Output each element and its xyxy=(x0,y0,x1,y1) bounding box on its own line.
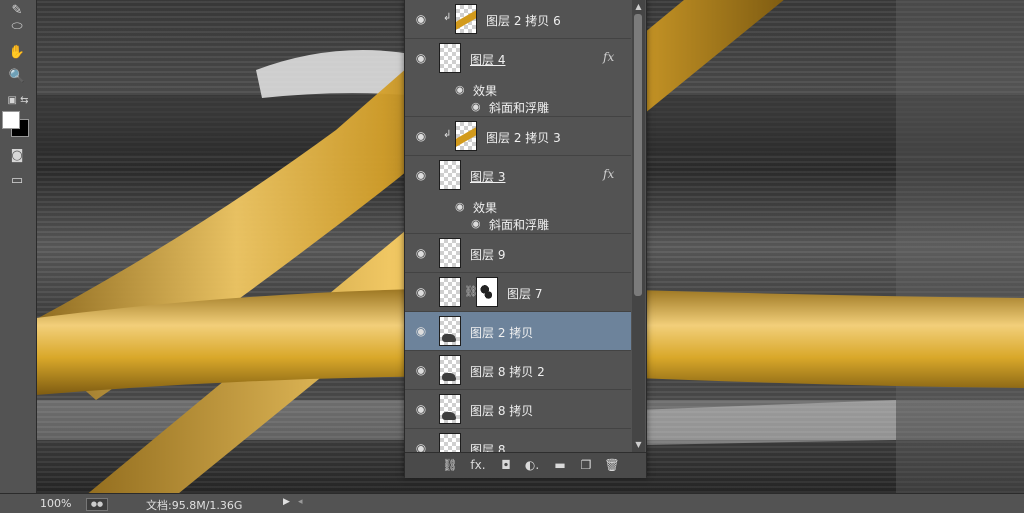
visibility-eye-icon[interactable]: ◉ xyxy=(413,246,429,260)
layers-panel: ◉ ↲ 图层 2 拷贝 6 ◉ 图层 4 fx ◉ 效果 ◉ 斜面和浮雕 ◉ ↲ 图层 2 拷贝 3 ◉ 图… xyxy=(404,0,647,478)
visibility-eye-icon[interactable]: ◉ xyxy=(413,129,429,143)
status-bar: 100% ●● 文档:95.8M/1.36G ▶ ◂ xyxy=(0,493,1024,513)
effects-label[interactable]: 效果 xyxy=(473,199,497,216)
layer-row[interactable]: ◉ 图层 2 拷贝 xyxy=(405,312,631,351)
layer-mask-thumbnail[interactable] xyxy=(476,277,498,307)
scroll-down-icon[interactable]: ▼ xyxy=(634,440,643,450)
layers-scrollbar[interactable]: ▲ ▼ xyxy=(632,0,645,452)
layer-name[interactable]: 图层 2 拷贝 6 xyxy=(486,12,561,29)
tools-panel: ✎ ⬭ ✋ 🔍 ▣ ⇆ ◙ ▭ xyxy=(0,0,37,493)
quick-mask-tool-icon[interactable]: ◙ xyxy=(6,145,28,165)
status-info-icon[interactable]: ●● xyxy=(86,498,108,511)
effect-visibility-eye-icon[interactable]: ◉ xyxy=(471,100,481,113)
add-style-fx-icon[interactable]: fx. xyxy=(467,457,489,473)
layer-thumbnail[interactable] xyxy=(439,316,461,346)
link-layers-icon[interactable]: ⛓ xyxy=(439,457,461,473)
status-menu-arrow-icon[interactable]: ▶ xyxy=(283,497,290,507)
layer-row[interactable]: ◉ ↲ 图层 2 拷贝 3 xyxy=(405,117,631,156)
layer-row[interactable]: ◉ 图层 9 xyxy=(405,234,631,273)
layer-thumbnail[interactable] xyxy=(455,121,477,151)
new-group-icon[interactable]: ▬ xyxy=(549,457,571,473)
layer-thumbnail[interactable] xyxy=(455,4,477,34)
layer-row[interactable]: ◉ ⛓ 图层 7 xyxy=(405,273,631,312)
layer-fx-icon[interactable]: fx xyxy=(603,167,614,181)
visibility-eye-icon[interactable]: ◉ xyxy=(413,285,429,299)
zoom-level[interactable]: 100% xyxy=(40,497,71,510)
effect-name[interactable]: 斜面和浮雕 xyxy=(489,216,549,233)
layer-name[interactable]: 图层 8 拷贝 xyxy=(470,402,533,419)
effects-visibility-eye-icon[interactable]: ◉ xyxy=(455,83,465,96)
layer-name[interactable]: 图层 4 xyxy=(470,51,505,68)
scroll-left-icon[interactable]: ◂ xyxy=(298,497,303,507)
ellipse-tool-icon[interactable]: ⬭ xyxy=(6,16,28,36)
effects-visibility-eye-icon[interactable]: ◉ xyxy=(455,200,465,213)
layer-row[interactable]: ◉ 图层 4 fx ◉ 效果 ◉ 斜面和浮雕 xyxy=(405,39,631,117)
visibility-eye-icon[interactable]: ◉ xyxy=(413,168,429,182)
visibility-eye-icon[interactable]: ◉ xyxy=(413,441,429,452)
visibility-eye-icon[interactable]: ◉ xyxy=(413,324,429,338)
document-size-info: 文档:95.8M/1.36G xyxy=(146,499,243,512)
visibility-eye-icon[interactable]: ◉ xyxy=(413,51,429,65)
layer-name[interactable]: 图层 8 xyxy=(470,441,505,452)
layer-name[interactable]: 图层 2 拷贝 3 xyxy=(486,129,561,146)
visibility-eye-icon[interactable]: ◉ xyxy=(413,402,429,416)
layer-row[interactable]: ◉ ↲ 图层 2 拷贝 6 xyxy=(405,0,631,39)
visibility-eye-icon[interactable]: ◉ xyxy=(413,12,429,26)
clipping-mask-arrow-icon: ↲ xyxy=(443,129,452,140)
layer-name[interactable]: 图层 2 拷贝 xyxy=(470,324,533,341)
scrollbar-thumb[interactable] xyxy=(634,14,642,296)
layer-row[interactable]: ◉ 图层 8 拷贝 2 xyxy=(405,351,631,390)
layer-row[interactable]: ◉ 图层 8 拷贝 xyxy=(405,390,631,429)
scroll-up-icon[interactable]: ▲ xyxy=(634,2,643,12)
effect-name[interactable]: 斜面和浮雕 xyxy=(489,99,549,116)
new-layer-icon[interactable]: ❐ xyxy=(575,457,597,473)
screen-mode-tool-icon[interactable]: ▭ xyxy=(6,170,28,190)
layer-list: ◉ ↲ 图层 2 拷贝 6 ◉ 图层 4 fx ◉ 效果 ◉ 斜面和浮雕 ◉ ↲ 图层 2 拷贝 3 ◉ 图… xyxy=(405,0,631,452)
add-mask-icon[interactable]: ◘ xyxy=(495,457,517,473)
layer-thumbnail[interactable] xyxy=(439,355,461,385)
layer-thumbnail[interactable] xyxy=(439,277,461,307)
layer-thumbnail[interactable] xyxy=(439,433,461,452)
layer-thumbnail[interactable] xyxy=(439,160,461,190)
layer-fx-icon[interactable]: fx xyxy=(603,50,614,64)
layer-row[interactable]: ◉ 图层 3 fx ◉ 效果 ◉ 斜面和浮雕 xyxy=(405,156,631,234)
effects-label[interactable]: 效果 xyxy=(473,82,497,99)
layer-name[interactable]: 图层 8 拷贝 2 xyxy=(470,363,545,380)
adjustment-layer-icon[interactable]: ◐. xyxy=(521,457,543,473)
layers-footer: ⛓ fx. ◘ ◐. ▬ ❐ 🗑 xyxy=(405,452,646,478)
zoom-tool-icon[interactable]: 🔍 xyxy=(6,66,28,86)
delete-layer-icon[interactable]: 🗑 xyxy=(601,457,623,473)
effect-visibility-eye-icon[interactable]: ◉ xyxy=(471,217,481,230)
swap-colors-icon[interactable]: ▣ ⇆ xyxy=(0,90,36,110)
layer-name[interactable]: 图层 9 xyxy=(470,246,505,263)
layer-thumbnail[interactable] xyxy=(439,238,461,268)
layer-name[interactable]: 图层 7 xyxy=(507,285,542,302)
layer-thumbnail[interactable] xyxy=(439,394,461,424)
visibility-eye-icon[interactable]: ◉ xyxy=(413,363,429,377)
clipping-mask-arrow-icon: ↲ xyxy=(443,12,452,23)
layer-name[interactable]: 图层 3 xyxy=(470,168,505,185)
hand-tool-icon[interactable]: ✋ xyxy=(6,42,28,62)
foreground-color-swatch[interactable] xyxy=(2,111,20,129)
layer-thumbnail[interactable] xyxy=(439,43,461,73)
layer-row[interactable]: ◉ 图层 8 xyxy=(405,429,631,452)
